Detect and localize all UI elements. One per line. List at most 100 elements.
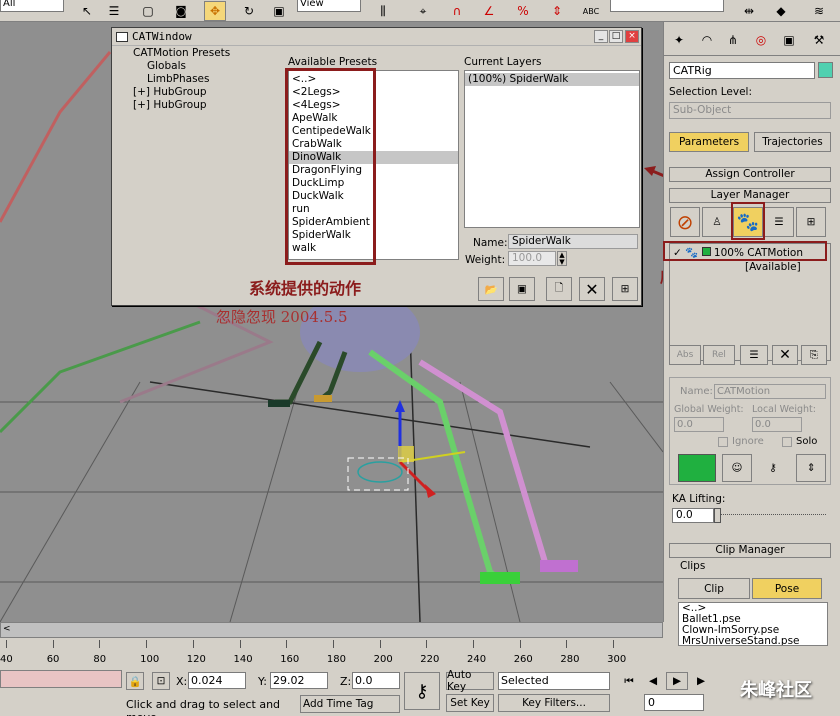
pose-button[interactable]: Pose	[752, 578, 822, 599]
timeline-scrollbar[interactable]: <	[0, 622, 663, 638]
ka-lifting-handle[interactable]	[714, 508, 721, 523]
parameters-button[interactable]: Parameters	[669, 132, 749, 152]
select-rotate-icon[interactable]: ↻	[238, 1, 260, 21]
object-color-swatch[interactable]	[818, 62, 833, 78]
named-selection-dropdown[interactable]	[610, 0, 724, 12]
select-move-icon[interactable]: ✥	[204, 1, 226, 21]
tree-item[interactable]: LimbPhases	[113, 73, 279, 86]
selected-dropdown[interactable]: Selected	[498, 672, 610, 690]
weights-panel-icon[interactable]: ⊞	[796, 207, 826, 237]
key-filters-button[interactable]: Key Filters...	[498, 694, 610, 712]
auto-key-button[interactable]: Auto Key	[446, 669, 494, 693]
no-layer-icon[interactable]: ⊘	[670, 207, 700, 237]
mirror-icon[interactable]: ⇹	[738, 1, 760, 21]
add-time-tag-button[interactable]: Add Time Tag	[300, 695, 400, 713]
setup-icon[interactable]: ☰	[764, 207, 794, 237]
clip-manager-rollout[interactable]: Clip Manager	[669, 543, 831, 558]
abs-button[interactable]: Abs	[669, 345, 701, 365]
track-bar[interactable]: 40 60 80 100 120 140 160 180 200 220 240 260 280 300	[0, 640, 663, 670]
key-icon[interactable]: ⚷	[758, 454, 788, 482]
remove-layer-icon[interactable]: ✕	[772, 345, 798, 365]
selection-filter-dropdown[interactable]: All	[0, 0, 64, 12]
tree-item[interactable]: [+] HubGroup	[113, 86, 279, 99]
clip-files-list[interactable]: <..> Ballet1.pse Clown-ImSorry.pse MrsUnive…	[678, 602, 828, 646]
object-name-field[interactable]: CATRig	[669, 62, 815, 79]
layer-manager-rollout[interactable]: Layer Manager	[669, 188, 831, 203]
next-frame-icon[interactable]: ▶	[690, 672, 712, 690]
percent-snap-icon[interactable]: %	[512, 1, 534, 21]
copy-layer-icon[interactable]: ☰	[740, 345, 768, 365]
edit-named-selection-icon[interactable]: ABC	[580, 1, 602, 21]
modify-tab-icon[interactable]: ◠	[696, 30, 718, 50]
ka-lifting-field[interactable]: 0.0	[672, 508, 714, 523]
x-coord-field[interactable]: 0.024	[188, 672, 246, 689]
y-coord-field[interactable]: 29.02	[270, 672, 328, 689]
snap-toggle-icon[interactable]: ∩	[446, 1, 468, 21]
open-preset-icon[interactable]: 📂	[478, 277, 504, 301]
prev-frame-icon[interactable]: ◀	[642, 672, 664, 690]
tree-item[interactable]: CATMotion Presets	[113, 47, 279, 60]
weight-spinner[interactable]: ▲ ▼	[557, 251, 567, 266]
save-preset-icon[interactable]: ▣	[509, 277, 535, 301]
trajectories-button[interactable]: Trajectories	[754, 132, 831, 152]
weights-icon[interactable]: ⊞	[612, 277, 638, 301]
tree-item[interactable]: Globals	[113, 60, 279, 73]
set-key-button[interactable]: Set Key	[446, 694, 494, 712]
display-tab-icon[interactable]: ▣	[778, 30, 800, 50]
move-layer-icon[interactable]: ⇕	[796, 454, 826, 482]
move-gizmo[interactable]	[347, 400, 466, 498]
sub-object-dropdown[interactable]: Sub-Object	[669, 102, 831, 119]
local-weight-field[interactable]: 0.0	[752, 417, 802, 432]
go-start-icon[interactable]: ⏮	[618, 672, 640, 690]
select-scale-icon[interactable]: ▣	[268, 1, 290, 21]
current-layers-list[interactable]: (100%) SpiderWalk	[464, 70, 640, 228]
current-frame-field[interactable]: 0	[644, 694, 704, 711]
layer-manager-icon[interactable]: ≋	[808, 1, 830, 21]
utilities-tab-icon[interactable]: ⚒	[808, 30, 830, 50]
window-crossing-icon[interactable]: ◙	[170, 1, 192, 21]
ignore-checkbox[interactable]	[718, 437, 728, 447]
select-by-name-icon[interactable]: ☰	[103, 1, 125, 21]
timeline-tick-mark	[239, 640, 241, 648]
rig-icon[interactable]: ♙	[702, 207, 732, 237]
maximize-icon[interactable]: □	[609, 30, 623, 43]
reference-coord-dropdown[interactable]: View	[297, 0, 361, 12]
new-layer-icon[interactable]: 🗋	[546, 277, 572, 301]
weight-field[interactable]: 100.0	[508, 251, 556, 266]
lock-selection-icon[interactable]: 🔒	[126, 672, 144, 690]
set-key-icon[interactable]: ⚷	[404, 672, 440, 710]
angle-snap-icon[interactable]: ∠	[478, 1, 500, 21]
play-icon[interactable]: ▶	[666, 672, 688, 690]
hierarchy-tab-icon[interactable]: ⋔	[722, 30, 744, 50]
ka-lifting-slider[interactable]	[716, 514, 826, 515]
select-object-icon[interactable]: ↖	[76, 1, 98, 21]
tree-item[interactable]: [+] HubGroup	[113, 99, 279, 112]
pivot-center-icon[interactable]: ⫼	[372, 1, 394, 21]
rect-selection-icon[interactable]: ▢	[137, 1, 159, 21]
assign-controller-rollout[interactable]: Assign Controller	[669, 167, 831, 182]
global-weight-field[interactable]: 0.0	[674, 417, 724, 432]
spinner-snap-icon[interactable]: ⇕	[546, 1, 568, 21]
layer-item[interactable]: (100%) SpiderWalk	[465, 73, 639, 86]
delete-layer-icon[interactable]: ✕	[579, 277, 605, 301]
ghost-icon[interactable]: ☺	[722, 454, 752, 482]
layer-name-field[interactable]: SpiderWalk	[508, 234, 638, 249]
clip-file-item[interactable]: MrsUniverseStand.pse	[679, 636, 827, 646]
scroll-left-icon[interactable]: <	[3, 624, 11, 634]
minimize-icon[interactable]: _	[594, 30, 608, 43]
layer-color-button[interactable]	[678, 454, 716, 482]
rel-button[interactable]: Rel	[703, 345, 735, 365]
align-icon[interactable]: ◆	[770, 1, 792, 21]
timeline-tick-mark	[99, 640, 101, 648]
solo-checkbox[interactable]	[782, 437, 792, 447]
absolute-mode-icon[interactable]: ⊡	[152, 672, 170, 690]
paste-layer-icon[interactable]: ⎘	[801, 345, 827, 365]
z-coord-field[interactable]: 0.0	[352, 672, 400, 689]
preset-tree[interactable]: CATMotion Presets Globals LimbPhases [+] Hu…	[113, 47, 279, 304]
motion-tab-icon[interactable]: ◎	[750, 30, 772, 50]
select-manipulate-icon[interactable]: ⌖	[412, 1, 434, 21]
props-name-field[interactable]: CATMotion	[714, 384, 826, 399]
close-icon[interactable]: ×	[625, 30, 639, 43]
clip-button[interactable]: Clip	[678, 578, 750, 599]
create-tab-icon[interactable]: ✦	[668, 30, 690, 50]
